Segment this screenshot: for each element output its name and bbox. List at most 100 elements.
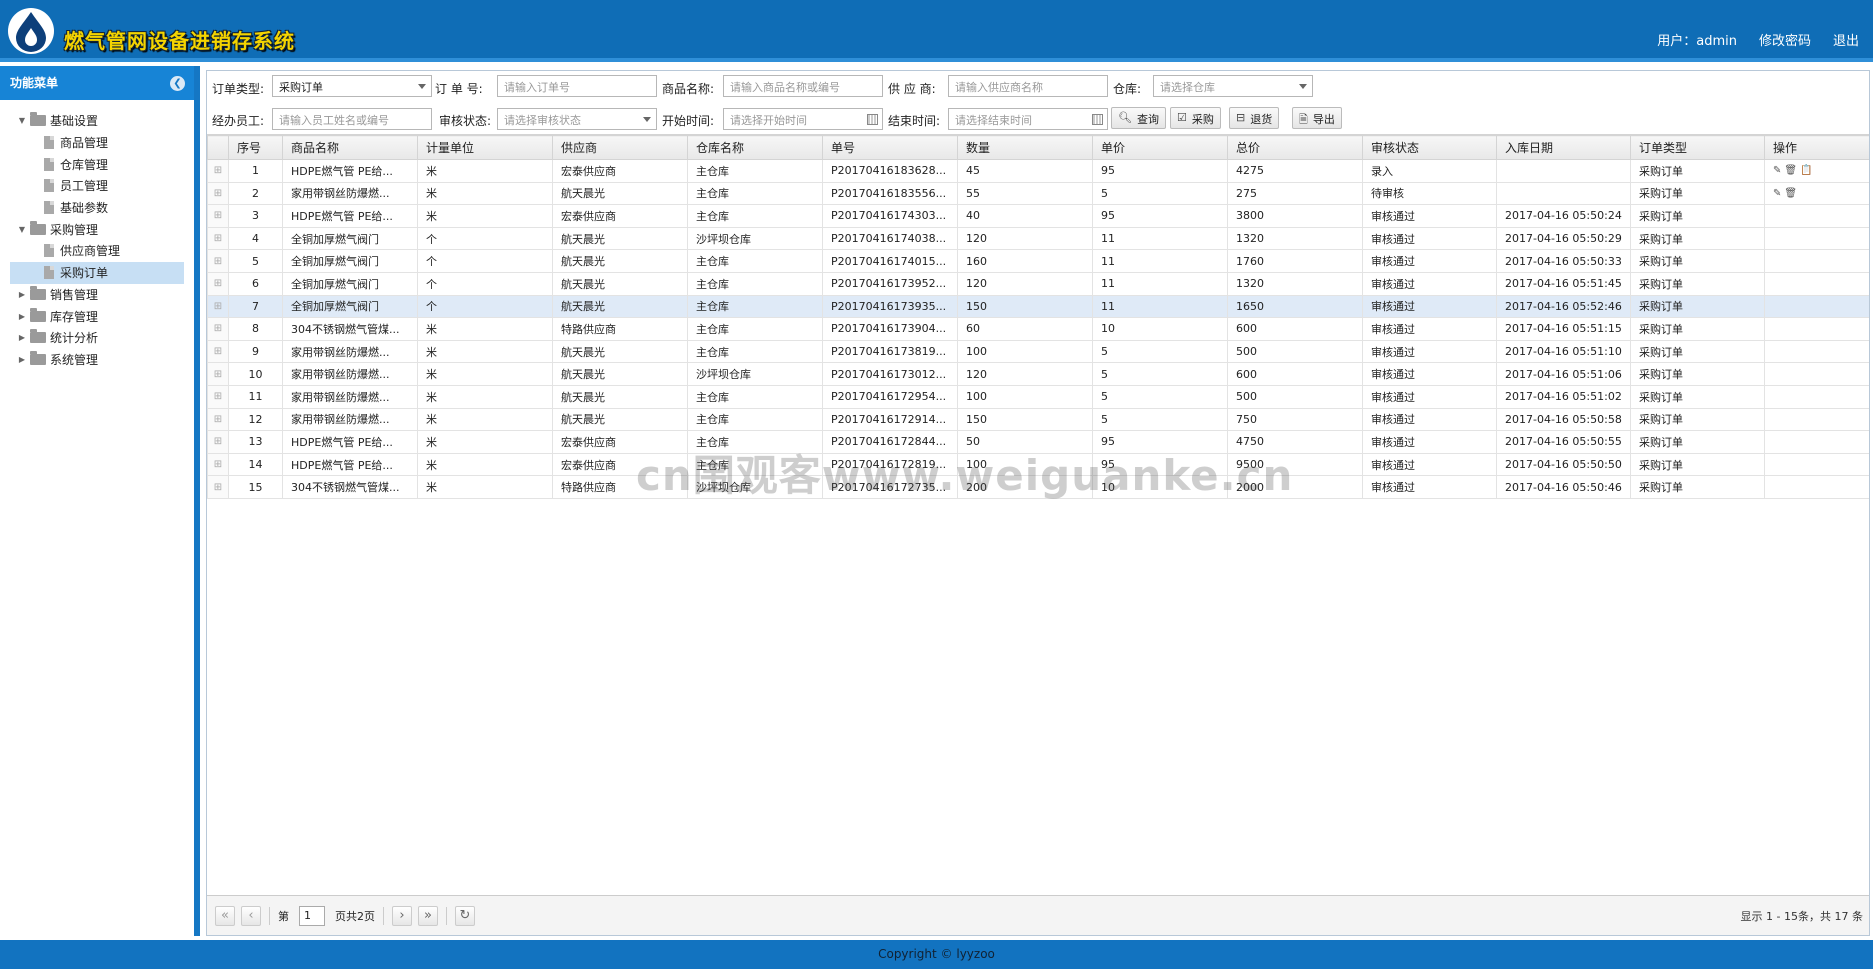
logout-link[interactable]: 退出 — [1833, 30, 1859, 49]
table-row[interactable]: ⊞ 6 全铜加厚燃气阀门个航天晨光 主仓库 P20170416173952... 120 1… — [207, 271, 1869, 296]
table-row[interactable]: ⊞ 12 家用带钢丝防爆燃... 米航天晨光 主仓库 P20170416172914...… — [207, 407, 1869, 432]
table-row[interactable]: ⊞ 8 304不锈钢燃气管煤... 米特路供应商 主仓库 P20170416173904.… — [207, 317, 1869, 341]
row-actions-icons[interactable] — [1764, 271, 1869, 296]
row-actions-icons[interactable] — [1764, 362, 1869, 386]
column-header[interactable]: 供应商 — [552, 135, 688, 160]
row-actions-icons[interactable] — [1764, 226, 1869, 251]
table-row[interactable]: ⊞ 2 家用带钢丝防爆燃... 米航天晨光 主仓库 P20170416183556... 5… — [207, 181, 1869, 206]
employee-input[interactable]: 请输入员工姓名或编号 — [272, 108, 432, 130]
tree-item-warehouse-management[interactable]: 仓库管理 — [0, 153, 194, 175]
table-row[interactable]: ⊞ 9 家用带钢丝防爆燃... 米航天晨光 主仓库 P20170416173819... 1… — [207, 339, 1869, 364]
expanded-arrow-icon[interactable]: ▼ — [16, 116, 28, 125]
order-no-input[interactable]: 请输入订单号 — [497, 75, 657, 97]
column-header[interactable]: 商品名称 — [282, 135, 418, 160]
tree-node-system-management[interactable]: ▶ 系统管理 — [0, 349, 194, 371]
tree-node-basic-settings[interactable]: ▼ 基础设置 — [0, 110, 194, 132]
tree-item-supplier-management[interactable]: 供应商管理 — [0, 240, 194, 262]
table-row[interactable]: ⊞ 1 HDPE燃气管 PE给... 米宏泰供应商 主仓库 P20170416183628… — [207, 159, 1869, 183]
prev-page-icon[interactable]: ‹ — [241, 905, 261, 926]
expand-row-icon[interactable]: ⊞ — [207, 317, 229, 341]
expand-row-icon[interactable]: ⊞ — [207, 452, 229, 477]
return-button[interactable]: ⊟ 退货 — [1229, 107, 1280, 129]
table-row[interactable]: ⊞ 10 家用带钢丝防爆燃... 米航天晨光 沙坪坝仓库 P20170416173012.… — [207, 362, 1869, 386]
table-row[interactable]: ⊞ 11 家用带钢丝防爆燃... 米航天晨光 主仓库 P20170416172954...… — [207, 384, 1869, 409]
last-page-icon[interactable]: » — [418, 905, 438, 926]
column-header[interactable]: 单号 — [822, 135, 958, 160]
next-page-icon[interactable]: › — [392, 905, 412, 926]
warehouse-select[interactable]: 请选择仓库 — [1153, 75, 1313, 97]
row-actions-icons[interactable]: ✎🗑 — [1764, 181, 1869, 206]
collapsed-arrow-icon[interactable]: ▶ — [16, 333, 28, 342]
collapse-sidebar-icon[interactable]: ❮ — [170, 76, 185, 91]
row-actions-icons[interactable] — [1764, 430, 1869, 454]
calendar-icon[interactable] — [1092, 114, 1103, 125]
column-header[interactable]: 操作 — [1764, 135, 1869, 160]
tree-item-purchase-order[interactable]: 采购订单 — [10, 261, 184, 284]
page-number-input[interactable]: 1 — [299, 905, 325, 926]
column-header[interactable]: 序号 — [228, 135, 283, 160]
table-row[interactable]: ⊞ 4 全铜加厚燃气阀门个航天晨光 沙坪坝仓库 P20170416174038... 12… — [207, 226, 1869, 251]
row-actions-icons[interactable] — [1764, 407, 1869, 432]
tree-node-sales-management[interactable]: ▶ 销售管理 — [0, 284, 194, 306]
order-type-select[interactable]: 采购订单 — [272, 75, 432, 97]
refresh-icon[interactable]: ↻ — [455, 905, 475, 926]
column-header[interactable]: 入库日期 — [1496, 135, 1631, 160]
expand-row-icon[interactable]: ⊞ — [207, 159, 229, 183]
calendar-icon[interactable] — [867, 114, 878, 125]
table-row[interactable]: ⊞ 13 HDPE燃气管 PE给... 米宏泰供应商 主仓库 P2017041617284… — [207, 430, 1869, 454]
query-button[interactable]: 🔍︎ 查询 — [1111, 107, 1166, 129]
row-actions-icons[interactable] — [1764, 317, 1869, 341]
table-row[interactable]: ⊞ 15 304不锈钢燃气管煤... 米特路供应商 沙坪坝仓库 P201704161727… — [207, 475, 1869, 499]
tree-node-purchase-management[interactable]: ▼ 采购管理 — [0, 218, 194, 240]
expand-row-icon[interactable]: ⊞ — [207, 430, 229, 454]
row-actions-icons[interactable] — [1764, 339, 1869, 364]
tree-node-statistics[interactable]: ▶ 统计分析 — [0, 327, 194, 349]
tree-item-product-management[interactable]: 商品管理 — [0, 132, 194, 154]
expand-row-icon[interactable]: ⊞ — [207, 294, 229, 319]
first-page-icon[interactable]: « — [215, 905, 235, 926]
column-header[interactable]: 仓库名称 — [687, 135, 823, 160]
table-row[interactable]: ⊞ 14 HDPE燃气管 PE给... 米宏泰供应商 主仓库 P2017041617281… — [207, 452, 1869, 477]
tree-item-basic-params[interactable]: 基础参数 — [0, 197, 194, 219]
column-header[interactable]: 单价 — [1092, 135, 1228, 160]
row-actions-icons[interactable] — [1764, 452, 1869, 477]
tree-item-employee-management[interactable]: 员工管理 — [0, 175, 194, 197]
expand-row-icon[interactable]: ⊞ — [207, 249, 229, 273]
end-time-input[interactable]: 请选择结束时间 — [948, 108, 1108, 130]
table-row[interactable]: ⊞ 5 全铜加厚燃气阀门个航天晨光 主仓库 P20170416174015... 160 1… — [207, 249, 1869, 273]
collapsed-arrow-icon[interactable]: ▶ — [16, 355, 28, 364]
expand-row-icon[interactable]: ⊞ — [207, 204, 229, 228]
column-header[interactable]: 审核状态 — [1362, 135, 1497, 160]
column-header[interactable]: 数量 — [957, 135, 1093, 160]
audit-status-select[interactable]: 请选择审核状态 — [497, 108, 657, 130]
collapsed-arrow-icon[interactable]: ▶ — [16, 290, 28, 299]
supplier-input[interactable]: 请输入供应商名称 — [948, 75, 1108, 97]
expand-row-icon[interactable]: ⊞ — [207, 362, 229, 386]
row-actions-icons[interactable] — [1764, 204, 1869, 228]
column-header[interactable]: 计量单位 — [417, 135, 553, 160]
product-name-input[interactable]: 请输入商品名称或编号 — [723, 75, 883, 97]
expand-row-icon[interactable]: ⊞ — [207, 384, 229, 409]
export-button[interactable]: 🗎 导出 — [1292, 107, 1342, 129]
purchase-button[interactable]: ☑ 采购 — [1170, 107, 1221, 129]
tree-node-inventory-management[interactable]: ▶ 库存管理 — [0, 305, 194, 327]
table-row[interactable]: ⊞ 3 HDPE燃气管 PE给... 米宏泰供应商 主仓库 P20170416174303… — [207, 204, 1869, 228]
row-actions-icons[interactable] — [1764, 294, 1869, 319]
row-actions-icons[interactable] — [1764, 384, 1869, 409]
expand-row-icon[interactable]: ⊞ — [207, 226, 229, 251]
collapsed-arrow-icon[interactable]: ▶ — [16, 312, 28, 321]
expand-row-icon[interactable]: ⊞ — [207, 407, 229, 432]
expand-row-icon[interactable]: ⊞ — [207, 271, 229, 296]
row-actions-icons[interactable]: ✎🗑📋 — [1764, 159, 1869, 183]
expand-row-icon[interactable]: ⊞ — [207, 181, 229, 206]
row-actions-icons[interactable] — [1764, 475, 1869, 499]
table-row[interactable]: ⊞ 7 全铜加厚燃气阀门个航天晨光 主仓库 P20170416173935... 150 1… — [207, 294, 1869, 319]
start-time-input[interactable]: 请选择开始时间 — [723, 108, 883, 130]
expand-row-icon[interactable]: ⊞ — [207, 339, 229, 364]
expanded-arrow-icon[interactable]: ▼ — [16, 225, 28, 234]
row-actions-icons[interactable] — [1764, 249, 1869, 273]
change-password-link[interactable]: 修改密码 — [1759, 30, 1811, 49]
expand-row-icon[interactable]: ⊞ — [207, 475, 229, 499]
column-header[interactable]: 总价 — [1227, 135, 1363, 160]
column-header[interactable]: 订单类型 — [1630, 135, 1765, 160]
